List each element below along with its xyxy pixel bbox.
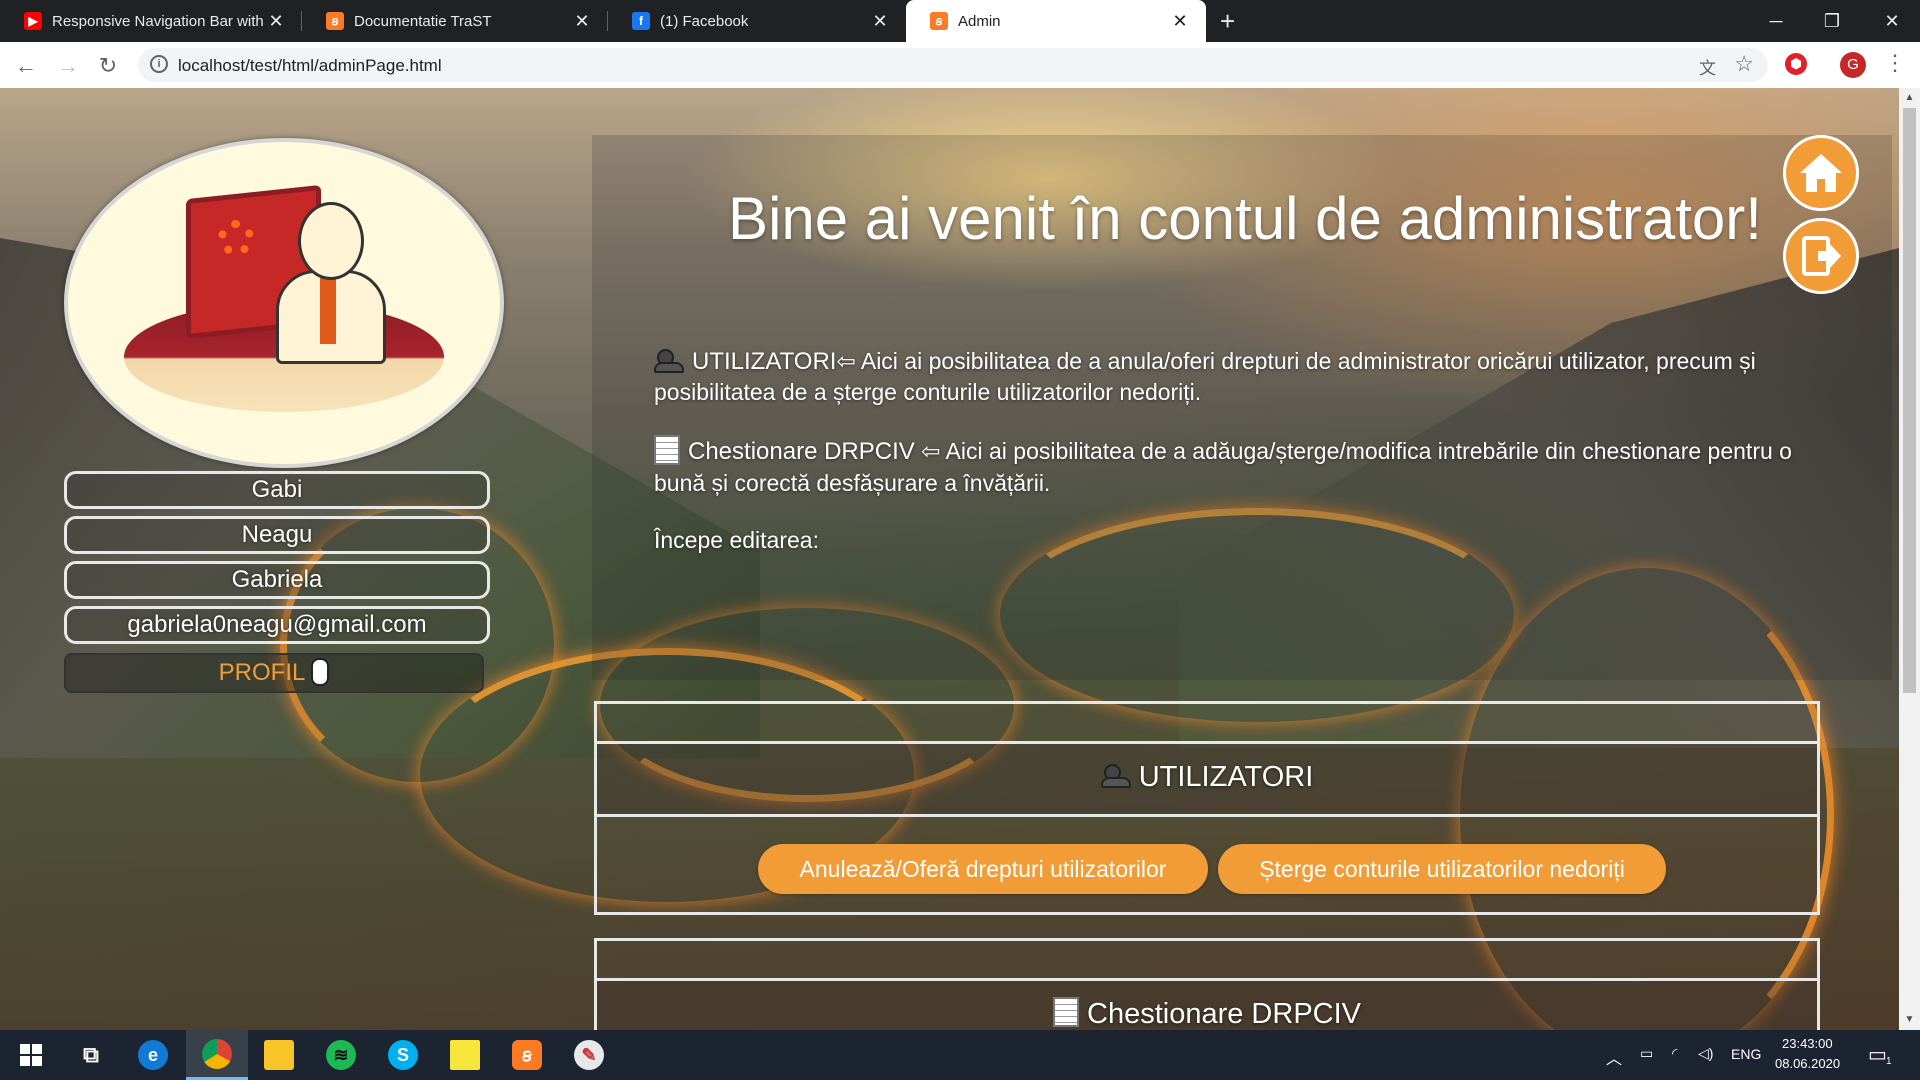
taskbar-chrome[interactable] bbox=[186, 1030, 248, 1080]
close-tab-icon[interactable]: ✕ bbox=[1168, 11, 1192, 32]
taskbar-edge[interactable]: e bbox=[122, 1030, 184, 1080]
language-indicator[interactable]: ENG bbox=[1731, 1046, 1761, 1062]
tab-documentatie[interactable]: ꞩ Documentatie TraST ✕ bbox=[302, 0, 608, 42]
tab-admin[interactable]: ꞩ Admin ✕ bbox=[906, 0, 1206, 42]
profile-email: gabriela0neagu@gmail.com bbox=[64, 606, 490, 644]
taskbar-xampp[interactable]: ꞩ bbox=[496, 1030, 558, 1080]
notification-count: 1 bbox=[1886, 1056, 1892, 1067]
back-icon[interactable]: ← bbox=[12, 52, 40, 80]
profile-avatar[interactable]: G bbox=[1840, 52, 1866, 78]
show-hidden-icons[interactable]: ︿ bbox=[1606, 1045, 1622, 1069]
windows-logo-icon bbox=[20, 1044, 42, 1066]
chrome-icon bbox=[202, 1038, 232, 1069]
close-tab-icon[interactable]: ✕ bbox=[868, 11, 892, 32]
profile-button[interactable]: PROFIL bbox=[64, 653, 484, 693]
browser-tab-bar: ▶ Responsive Navigation Bar with I ✕ ꞩ D… bbox=[0, 0, 1920, 42]
scroll-down-icon[interactable]: ▼ bbox=[1903, 1014, 1916, 1026]
users-section-title: UTILIZATORI bbox=[1138, 761, 1314, 793]
taskbar-explorer[interactable] bbox=[248, 1030, 310, 1080]
menu-dots-icon[interactable]: ⋮ bbox=[1884, 50, 1906, 76]
users-icon bbox=[654, 348, 684, 373]
browser-toolbar: ← → ↻ i localhost/test/html/adminPage.ht… bbox=[0, 42, 1920, 89]
page-viewport: Gabi Neagu Gabriela gabriela0neagu@gmail… bbox=[0, 88, 1899, 1030]
intro-users: UTILIZATORI⇦ Aici ai posibilitatea de a … bbox=[654, 346, 1814, 407]
delete-accounts-button[interactable]: Șterge conturile utilizatorilor nedoriți bbox=[1218, 844, 1666, 894]
skype-icon: S bbox=[388, 1040, 418, 1070]
wifi-icon[interactable]: ◜ bbox=[1672, 1045, 1677, 1062]
reload-icon[interactable]: ↻ bbox=[94, 52, 122, 80]
spotify-icon: ≋ bbox=[326, 1040, 356, 1070]
intro-questionnaire: Chestionare DRPCIV ⇦ Aici ai posibilitat… bbox=[654, 434, 1814, 498]
clock-date[interactable]: 08.06.2020 bbox=[1775, 1056, 1840, 1071]
avatar-tie bbox=[320, 274, 336, 344]
volume-icon[interactable]: ◁) bbox=[1698, 1045, 1713, 1062]
scroll-thumb[interactable] bbox=[1903, 108, 1916, 693]
facebook-icon: f bbox=[632, 12, 650, 30]
page-scrollbar[interactable]: ▲ ▼ bbox=[1899, 88, 1920, 1030]
new-tab-icon[interactable]: + bbox=[1220, 6, 1235, 37]
taskbar-paint[interactable]: ✎ bbox=[558, 1030, 620, 1080]
address-bar[interactable]: i localhost/test/html/adminPage.html 文 ☆ bbox=[138, 48, 1768, 82]
gear-icon bbox=[218, 220, 254, 256]
users-icon bbox=[1100, 764, 1131, 789]
start-button[interactable] bbox=[0, 1030, 62, 1080]
profile-button-label: PROFIL bbox=[218, 659, 306, 686]
battery-icon[interactable]: ▭ bbox=[1640, 1045, 1653, 1062]
avatar-head bbox=[298, 202, 364, 280]
memo-icon bbox=[654, 434, 680, 465]
tab-facebook[interactable]: f (1) Facebook ✕ bbox=[608, 0, 906, 42]
close-window-icon[interactable]: ✕ bbox=[1864, 0, 1920, 42]
paint-icon: ✎ bbox=[574, 1040, 604, 1070]
questionnaire-section: Chestionare DRPCIV bbox=[594, 938, 1820, 1030]
scroll-up-icon[interactable]: ▲ bbox=[1903, 92, 1916, 104]
bookmark-star-icon[interactable]: ☆ bbox=[1734, 51, 1754, 77]
tab-title: (1) Facebook bbox=[660, 12, 749, 30]
task-view-button[interactable]: ⧉ bbox=[60, 1030, 122, 1080]
profile-name-extra: Gabriela bbox=[64, 561, 490, 599]
extension-icon[interactable]: ⬢ bbox=[1785, 53, 1807, 75]
minimize-icon[interactable]: ─ bbox=[1748, 0, 1804, 42]
windows-taskbar: ⧉ e ≋ S ꞩ ✎ ︿ ▭ ◜ ◁) ENG 23:43:00 08.06.… bbox=[0, 1030, 1920, 1080]
intro-users-head: UTILIZATORI bbox=[692, 348, 837, 375]
xampp-icon: ꞩ bbox=[512, 1040, 542, 1070]
youtube-icon: ▶ bbox=[24, 12, 42, 30]
toggle-rights-button[interactable]: Anulează/Oferă drepturi utilizatorilor bbox=[758, 844, 1208, 894]
taskbar-skype[interactable]: S bbox=[372, 1030, 434, 1080]
memo-icon bbox=[1053, 997, 1079, 1028]
avatar-person bbox=[268, 202, 388, 364]
xampp-icon: ꞩ bbox=[326, 12, 344, 30]
profile-first-name: Neagu bbox=[64, 516, 490, 554]
translate-icon[interactable]: 文 bbox=[1699, 54, 1716, 79]
page-title: Bine ai venit în contul de administrator… bbox=[728, 185, 1762, 252]
notifications-icon[interactable]: ▭ bbox=[1868, 1042, 1887, 1067]
admin-avatar bbox=[64, 138, 504, 468]
edge-icon: e bbox=[138, 1040, 168, 1070]
tab-title: Responsive Navigation Bar with I bbox=[52, 12, 264, 30]
url-text[interactable]: localhost/test/html/adminPage.html bbox=[178, 56, 442, 76]
restore-icon[interactable]: ❐ bbox=[1804, 0, 1860, 42]
profile-last-name: Gabi bbox=[64, 471, 490, 509]
forward-icon[interactable]: → bbox=[54, 52, 82, 80]
tab-title: Admin bbox=[958, 12, 1001, 30]
folder-icon bbox=[264, 1040, 294, 1070]
clock-time[interactable]: 23:43:00 bbox=[1782, 1036, 1833, 1051]
start-editing-label: Începe editarea: bbox=[654, 527, 819, 553]
xampp-icon: ꞩ bbox=[930, 12, 948, 30]
questionnaire-section-title: Chestionare DRPCIV bbox=[1087, 998, 1361, 1030]
tab-youtube[interactable]: ▶ Responsive Navigation Bar with I ✕ bbox=[0, 0, 302, 42]
tab-title: Documentatie TraST bbox=[354, 12, 492, 30]
mouse-icon bbox=[311, 657, 330, 686]
sticky-notes-icon bbox=[450, 1040, 480, 1070]
task-view-icon: ⧉ bbox=[83, 1042, 99, 1067]
site-info-icon[interactable]: i bbox=[150, 55, 168, 73]
close-tab-icon[interactable]: ✕ bbox=[570, 11, 594, 32]
users-section: UTILIZATORI Anulează/Oferă drepturi util… bbox=[594, 701, 1820, 915]
intro-questionnaire-head: Chestionare DRPCIV bbox=[688, 438, 915, 465]
taskbar-spotify[interactable]: ≋ bbox=[310, 1030, 372, 1080]
close-tab-icon[interactable]: ✕ bbox=[264, 11, 288, 32]
questionnaire-section-header[interactable]: Chestionare DRPCIV bbox=[597, 978, 1817, 1030]
taskbar-sticky-notes[interactable] bbox=[434, 1030, 496, 1080]
users-section-header[interactable]: UTILIZATORI bbox=[597, 741, 1817, 817]
